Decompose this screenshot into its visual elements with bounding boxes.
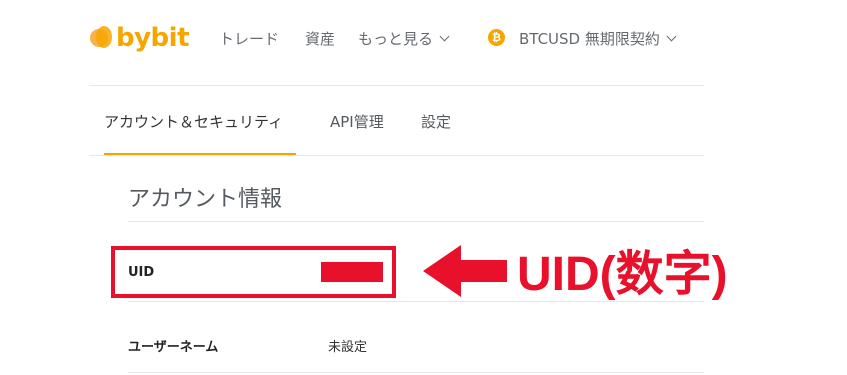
uid-highlight-box bbox=[111, 246, 396, 298]
title-divider bbox=[128, 221, 704, 222]
nav-assets[interactable]: 資産 bbox=[305, 28, 335, 49]
tab-settings[interactable]: 設定 bbox=[421, 111, 451, 132]
tab-account-security[interactable]: アカウント＆セキュリティ bbox=[104, 111, 283, 132]
contract-label: BTCUSD 無期限契約 bbox=[519, 30, 660, 48]
arrow-left-icon bbox=[423, 245, 507, 297]
chevron-down-icon bbox=[439, 31, 450, 42]
row-divider bbox=[128, 372, 704, 373]
nav-more-label: もっと見る bbox=[358, 30, 434, 48]
bitcoin-icon: ₿ bbox=[488, 29, 505, 46]
username-value: 未設定 bbox=[328, 340, 368, 355]
annotation-text: UID(数字) bbox=[517, 248, 728, 301]
chevron-down-icon bbox=[666, 31, 677, 42]
logo-icon bbox=[90, 24, 112, 52]
nav-trade[interactable]: トレード bbox=[219, 28, 279, 49]
username-label: ユーザーネーム bbox=[128, 340, 219, 355]
tab-api-management[interactable]: API管理 bbox=[330, 111, 384, 132]
section-title: アカウント情報 bbox=[128, 187, 283, 212]
tabs-divider bbox=[89, 155, 704, 156]
header-divider bbox=[89, 85, 704, 86]
contract-selector[interactable]: BTCUSD 無期限契約 bbox=[519, 28, 677, 49]
bybit-logo[interactable]: bybit bbox=[90, 23, 190, 53]
nav-more[interactable]: もっと見る bbox=[358, 28, 450, 49]
logo-text: bybit bbox=[116, 23, 190, 53]
